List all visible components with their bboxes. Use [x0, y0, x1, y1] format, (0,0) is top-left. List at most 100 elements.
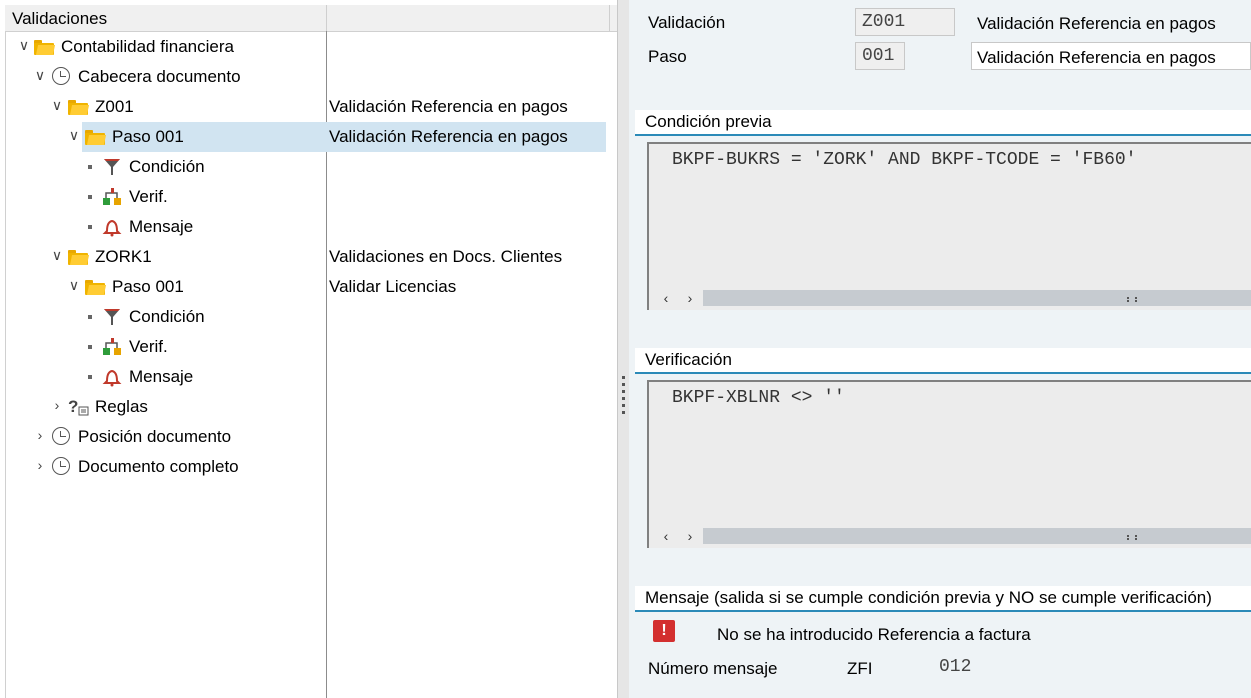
chevron-down-icon[interactable]: ∨	[66, 277, 82, 295]
tree-node-label: Condición	[129, 307, 205, 326]
funnel-icon	[102, 157, 122, 177]
verificacion-section-title: Verificación	[635, 348, 1251, 374]
validacion-description: Validación Referencia en pagos	[977, 14, 1216, 33]
folder-icon	[68, 97, 90, 117]
condicion-previa-editor[interactable]: BKPF-BUKRS = 'ZORK' AND BKPF-TCODE = 'FB…	[647, 142, 1251, 310]
paso-label: Paso	[648, 47, 687, 66]
paso-description-field[interactable]: Validación Referencia en pagos	[971, 42, 1251, 70]
tree-node-label: Verif.	[129, 187, 168, 206]
tree-node-condicion[interactable]: Condición	[6, 302, 606, 332]
scroll-right-icon[interactable]: ›	[681, 528, 699, 544]
tree-node-label: Condición	[129, 157, 205, 176]
validacion-label: Validación	[648, 13, 726, 32]
scroll-right-icon[interactable]: ›	[681, 290, 699, 306]
tree-node-verif[interactable]: Verif.	[6, 332, 606, 362]
verificacion-editor[interactable]: BKPF-XBLNR <> '' ‹ ›	[647, 380, 1251, 548]
splitter-grip-dot	[622, 397, 625, 400]
scrollbar-track[interactable]	[703, 528, 1251, 544]
tree-node-description: Validaciones en Docs. Clientes	[329, 247, 563, 266]
tree-node-cabecera-documento[interactable]: ∨ Cabecera documento	[6, 62, 606, 92]
verificacion-horizontal-scrollbar[interactable]: ‹ ›	[653, 528, 1251, 544]
verification-icon	[102, 337, 122, 357]
tree-header-column-desc[interactable]	[327, 5, 610, 31]
condicion-previa-section-title: Condición previa	[635, 110, 1251, 136]
tree-node-label: Reglas	[95, 397, 148, 416]
chevron-down-icon[interactable]: ∨	[66, 127, 82, 145]
tree-node-label: Mensaje	[129, 217, 194, 236]
bullet-icon	[88, 375, 92, 379]
clock-icon	[52, 67, 72, 87]
chevron-down-icon[interactable]: ∨	[16, 37, 32, 55]
scrollbar-grip-icon	[1127, 297, 1137, 300]
bullet-icon	[88, 165, 92, 169]
rules-icon: ?	[68, 397, 89, 417]
bullet-icon	[88, 195, 92, 199]
tree-node-label: Documento completo	[78, 457, 239, 476]
tree-node-posicion-documento[interactable]: › Posición documento	[6, 422, 606, 452]
mensaje-title: Mensaje (salida si se cumple condición p…	[645, 588, 1212, 607]
tree-node-documento-completo[interactable]: › Documento completo	[6, 452, 606, 482]
chevron-right-icon[interactable]: ›	[49, 397, 65, 415]
bullet-icon	[88, 315, 92, 319]
tree-node-label: Verif.	[129, 337, 168, 356]
bullet-icon	[88, 225, 92, 229]
tree-node-description: Validar Licencias	[329, 277, 457, 296]
tree-node-label: Mensaje	[129, 367, 194, 386]
bell-icon	[102, 217, 122, 237]
tree-node-label: Cabecera documento	[78, 67, 241, 86]
splitter-grip-dot	[622, 390, 625, 393]
tree-node-contabilidad-financiera[interactable]: ∨ Contabilidad financiera	[6, 32, 606, 62]
splitter-grip-dot	[622, 383, 625, 386]
tree-node-label: ZORK1	[95, 247, 152, 266]
tree-node-condicion[interactable]: Condición	[6, 152, 606, 182]
tree-node-label: Paso 001	[112, 127, 184, 146]
funnel-icon	[102, 307, 122, 327]
folder-icon	[85, 277, 107, 297]
validacion-field[interactable]: Z001	[855, 8, 955, 36]
tree-node-description: Validación Referencia en pagos	[329, 97, 568, 116]
numero-mensaje-label: Número mensaje	[648, 659, 778, 678]
tree-node-mensaje[interactable]: Mensaje	[6, 362, 606, 392]
chevron-down-icon[interactable]: ∨	[49, 247, 65, 265]
condicion-previa-code: BKPF-BUKRS = 'ZORK' AND BKPF-TCODE = 'FB…	[672, 150, 1137, 170]
mensaje-text: No se ha introducido Referencia a factur…	[717, 625, 1031, 644]
tree-node-label: Posición documento	[78, 427, 232, 446]
tree-node-paso-001[interactable]: ∨ Paso 001 Validar Licencias	[6, 272, 606, 302]
tree-node-label: Contabilidad financiera	[61, 37, 234, 56]
bell-icon	[102, 367, 122, 387]
chevron-right-icon[interactable]: ›	[32, 427, 48, 445]
tree-node-reglas[interactable]: › ? Reglas	[6, 392, 606, 422]
tree-node-paso-001-selected[interactable]: ∨ Paso 001 Validación Referencia en pago…	[6, 122, 606, 152]
chevron-down-icon[interactable]: ∨	[49, 97, 65, 115]
clock-icon	[52, 457, 72, 477]
condicion-previa-title: Condición previa	[645, 112, 772, 131]
tree-node-zork1[interactable]: ∨ ZORK1 Validaciones en Docs. Clientes	[6, 242, 606, 272]
tree-node-label: Z001	[95, 97, 134, 116]
mensaje-section-title: Mensaje (salida si se cumple condición p…	[635, 586, 1251, 612]
scroll-left-icon[interactable]: ‹	[657, 528, 675, 544]
folder-icon	[34, 37, 56, 57]
condicion-horizontal-scrollbar[interactable]: ‹ ›	[653, 290, 1251, 306]
verificacion-code: BKPF-XBLNR <> ''	[672, 388, 845, 408]
tree-node-verif[interactable]: Verif.	[6, 182, 606, 212]
verificacion-title: Verificación	[645, 350, 732, 369]
tree-node-z001[interactable]: ∨ Z001 Validación Referencia en pagos	[6, 92, 606, 122]
splitter-grip-dot	[622, 376, 625, 379]
folder-icon	[85, 127, 107, 147]
tree-header-column-name[interactable]: Validaciones	[5, 5, 327, 31]
bullet-icon	[88, 345, 92, 349]
validation-tree-panel: Validaciones ∨ Contabilidad financiera ∨…	[0, 0, 617, 698]
tree-node-description: Validación Referencia en pagos	[329, 127, 568, 146]
svg-text:?: ?	[68, 397, 78, 416]
chevron-down-icon[interactable]: ∨	[32, 67, 48, 85]
tree-node-mensaje[interactable]: Mensaje	[6, 212, 606, 242]
scrollbar-track[interactable]	[703, 290, 1251, 306]
clock-icon	[52, 427, 72, 447]
splitter-grip-dot	[622, 404, 625, 407]
paso-field[interactable]: 001	[855, 42, 905, 70]
chevron-right-icon[interactable]: ›	[32, 457, 48, 475]
detail-panel: Validación Z001 Validación Referencia en…	[629, 0, 1251, 698]
message-class-value: ZFI	[847, 659, 873, 678]
folder-icon	[68, 247, 90, 267]
scroll-left-icon[interactable]: ‹	[657, 290, 675, 306]
